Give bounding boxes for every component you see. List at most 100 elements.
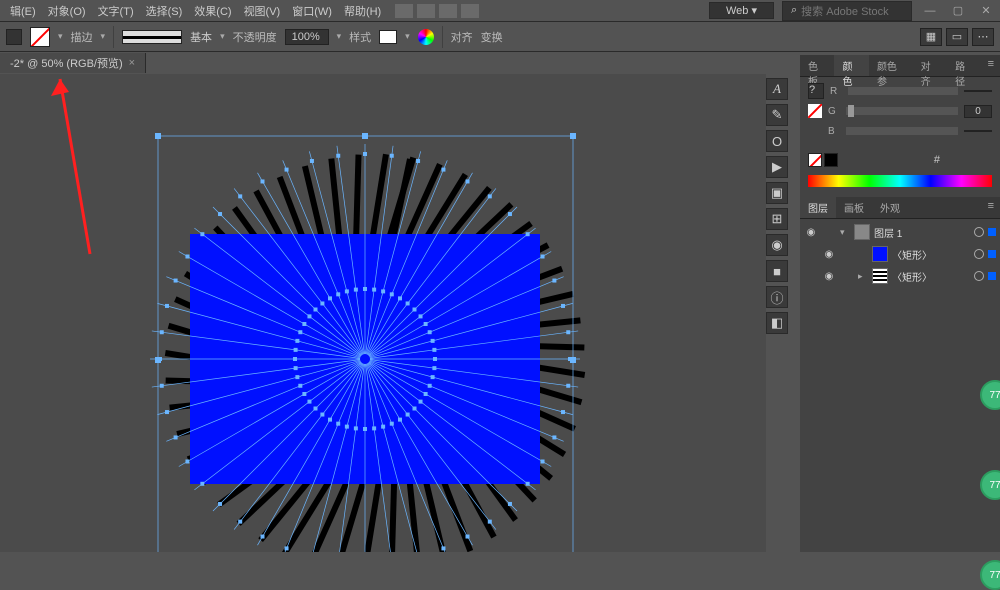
r-slider[interactable]	[848, 87, 958, 95]
gpu-icon[interactable]	[461, 4, 479, 18]
fill-dropdown[interactable]: ▾	[58, 31, 63, 42]
main-menu-bar: 辑(E) 对象(O) 文字(T) 选择(S) 效果(C) 视图(V) 窗口(W)…	[0, 0, 1000, 22]
menu-view[interactable]: 视图(V)	[238, 3, 287, 19]
window-minimize[interactable]: —	[920, 5, 940, 17]
color-panel-menu-icon[interactable]: ≡	[982, 55, 1000, 76]
window-close[interactable]: ✕	[976, 4, 996, 17]
target-icon[interactable]	[974, 227, 984, 237]
tab-layers[interactable]: 图层	[800, 197, 836, 218]
stroke-label: 描边	[71, 29, 93, 45]
floating-badge-2[interactable]: 77	[980, 470, 1000, 500]
black-swatch[interactable]	[824, 153, 838, 167]
bridge-icon[interactable]	[395, 4, 413, 18]
opacity-dropdown[interactable]: ▾	[337, 31, 342, 42]
layer-name[interactable]: 〈矩形〉	[892, 269, 970, 284]
menu-window[interactable]: 窗口(W)	[286, 3, 338, 19]
floating-badge-1[interactable]: 77	[980, 380, 1000, 410]
close-tab-icon[interactable]: ×	[129, 57, 135, 69]
layer-name[interactable]: 图层 1	[874, 225, 970, 240]
menu-effect[interactable]: 效果(C)	[188, 3, 237, 19]
opacity-input[interactable]: 100%	[285, 29, 329, 45]
g-value[interactable]: 0	[964, 105, 992, 118]
canvas-area[interactable]: 剪切蒙版	[0, 74, 766, 552]
stroke-profile[interactable]	[122, 30, 182, 44]
dock-artboard-tool[interactable]: ▣	[766, 182, 788, 204]
dock-brush-tool[interactable]: ✎	[766, 104, 788, 126]
menu-help[interactable]: 帮助(H)	[338, 3, 387, 19]
layers-panel-menu-icon[interactable]: ≡	[982, 197, 1000, 218]
b-value[interactable]	[964, 130, 992, 132]
b-slider[interactable]	[846, 127, 958, 135]
r-value[interactable]	[964, 90, 992, 92]
edit-icon[interactable]: ▭	[946, 28, 968, 46]
adobe-stock-search[interactable]: ⌕搜索 Adobe Stock	[782, 1, 912, 21]
none-swatch[interactable]	[808, 153, 822, 167]
expand-icon[interactable]: ▾	[840, 227, 850, 238]
graphic-style-swatch[interactable]	[379, 30, 397, 44]
style-dropdown[interactable]: ▾	[405, 31, 410, 42]
window-maximize[interactable]: ▢	[948, 4, 968, 17]
recolor-icon[interactable]	[418, 29, 434, 45]
layer-thumb	[872, 246, 888, 262]
dock-symbol-tool[interactable]: ◉	[766, 234, 788, 256]
tab-align[interactable]: 对齐	[913, 55, 947, 76]
selection-indicator	[988, 250, 996, 258]
expand-icon[interactable]: ▸	[858, 271, 868, 282]
layer-row-rect1[interactable]: ◉ 〈矩形〉	[800, 243, 1000, 265]
selection-indicator-icon[interactable]	[6, 29, 22, 45]
fill-swatch[interactable]	[30, 27, 50, 47]
target-icon[interactable]	[974, 271, 984, 281]
dock-ellipse-tool[interactable]: O	[766, 130, 788, 152]
document-tab-title: -2* @ 50% (RGB/预览)	[10, 55, 123, 71]
color-panel-body: ? R G 0 B	[800, 77, 1000, 149]
menu-text[interactable]: 文字(T)	[92, 3, 140, 19]
stroke-weight-dropdown[interactable]: ▾	[101, 31, 106, 42]
transform-label[interactable]: 变换	[481, 29, 503, 45]
dock-swatch-tool[interactable]: ◧	[766, 312, 788, 334]
menu-edit[interactable]: 辑(E)	[4, 3, 42, 19]
menu-select[interactable]: 选择(S)	[140, 3, 189, 19]
tab-pathfinder[interactable]: 路径	[947, 55, 981, 76]
target-icon[interactable]	[974, 249, 984, 259]
layer-row-top[interactable]: ◉ ▾ 图层 1	[800, 221, 1000, 243]
opacity-label: 不透明度	[233, 29, 277, 45]
tab-artboards[interactable]: 画板	[836, 197, 872, 218]
align-label[interactable]: 对齐	[451, 29, 473, 45]
dock-info-tool[interactable]: ⓘ	[766, 286, 788, 308]
color-spectrum[interactable]	[808, 175, 992, 187]
channel-r-label: R	[830, 86, 842, 97]
arrange-documents-icon[interactable]	[439, 4, 457, 18]
menu-object[interactable]: 对象(O)	[42, 3, 92, 19]
tab-appearance[interactable]: 外观	[872, 197, 908, 218]
panel-dock: A ✎ O ▶ ▣ ⊞ ◉ ■ ⓘ ◧	[766, 74, 790, 334]
visibility-icon[interactable]: ◉	[804, 227, 818, 238]
dock-play-tool[interactable]: ▶	[766, 156, 788, 178]
tab-color[interactable]: 颜色	[834, 55, 868, 76]
stock-icon[interactable]	[417, 4, 435, 18]
workspace-switcher[interactable]: Web ▾	[709, 2, 774, 19]
layer-thumb	[854, 224, 870, 240]
visibility-icon[interactable]: ◉	[822, 249, 836, 260]
floating-badge-3[interactable]: 77	[980, 560, 1000, 590]
g-slider[interactable]	[846, 107, 958, 115]
stroke-style-label: 基本	[190, 29, 212, 45]
dock-type-tool[interactable]: A	[766, 78, 788, 100]
tab-swatches[interactable]: 色板	[800, 55, 834, 76]
tab-color-guide[interactable]: 颜色参	[869, 55, 913, 76]
dock-grid-tool[interactable]: ⊞	[766, 208, 788, 230]
dock-shape-tool[interactable]: ■	[766, 260, 788, 282]
isolate-icon[interactable]: ▦	[920, 28, 942, 46]
layer-name[interactable]: 〈矩形〉	[892, 247, 970, 262]
visibility-icon[interactable]: ◉	[822, 271, 836, 282]
search-icon: ⌕	[791, 4, 797, 17]
options-icon[interactable]: ⋯	[972, 28, 994, 46]
document-tab[interactable]: -2* @ 50% (RGB/预览) ×	[0, 53, 146, 73]
artwork-canvas[interactable]	[50, 84, 700, 552]
layer-row-rect2[interactable]: ◉ ▸ 〈矩形〉	[800, 265, 1000, 287]
stroke-style-dropdown[interactable]: ▾	[220, 31, 225, 42]
selection-indicator	[988, 228, 996, 236]
right-panels: 色板 颜色 颜色参 对齐 路径 ≡ ? R G 0 B #	[800, 55, 1000, 552]
question-mark-icon[interactable]: ?	[808, 83, 824, 99]
color-panel-tabs: 色板 颜色 颜色参 对齐 路径 ≡	[800, 55, 1000, 77]
fill-stroke-indicator[interactable]	[808, 104, 822, 118]
